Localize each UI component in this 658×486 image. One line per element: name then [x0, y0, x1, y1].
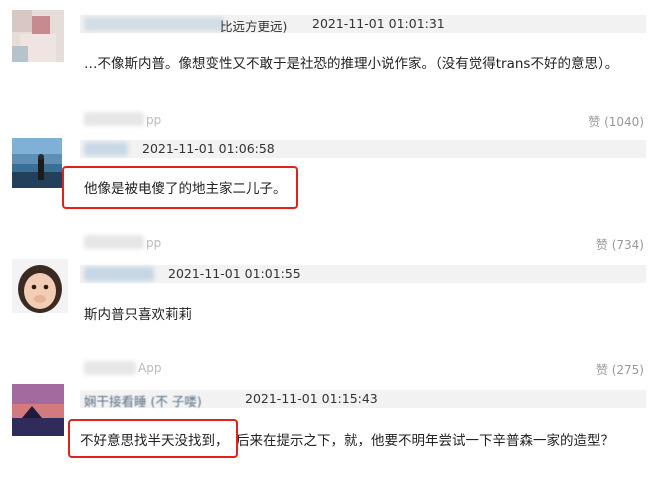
username-blurred[interactable] [84, 17, 224, 31]
comment-timestamp: 2021-11-01 01:15:43 [245, 391, 378, 406]
username-blurred[interactable] [84, 142, 128, 156]
comment-text-part2: 后来在提示之下，就，他要不明年尝试一下辛普森一家的造型？ [236, 433, 614, 449]
like-count[interactable]: 赞 (275) [596, 361, 644, 378]
like-count[interactable]: 赞 (734) [596, 236, 644, 253]
comment-header-bar [80, 265, 646, 283]
comment-text: 斯内普只喜欢莉莉 [84, 307, 192, 323]
highlight-box [68, 419, 238, 458]
comment-text: …不像斯内普。像想变性又不敢于是社恐的推理小说作家。（没有觉得trans不好的意… [84, 56, 619, 72]
source-blurred [84, 235, 144, 249]
source-blurred [84, 361, 136, 375]
comment-timestamp: 2021-11-01 01:01:31 [312, 16, 445, 31]
comment-timestamp: 2021-11-01 01:06:58 [142, 141, 275, 156]
avatar[interactable] [12, 138, 62, 188]
comment-source: pp [146, 236, 162, 250]
username[interactable]: 娴干接看睡 (不 子喽) [84, 391, 202, 410]
avatar[interactable] [12, 384, 64, 436]
source-blurred [84, 112, 144, 126]
comment-source: pp [146, 113, 162, 127]
avatar[interactable] [12, 259, 68, 313]
avatar[interactable] [12, 10, 64, 62]
like-count[interactable]: 赞 (1040) [588, 113, 644, 130]
username-suffix[interactable]: 比远方更远) [220, 16, 287, 35]
username-blurred[interactable] [84, 267, 154, 281]
comment-source: App [138, 361, 162, 375]
highlight-box [62, 166, 298, 209]
comment-timestamp: 2021-11-01 01:01:55 [168, 266, 301, 281]
